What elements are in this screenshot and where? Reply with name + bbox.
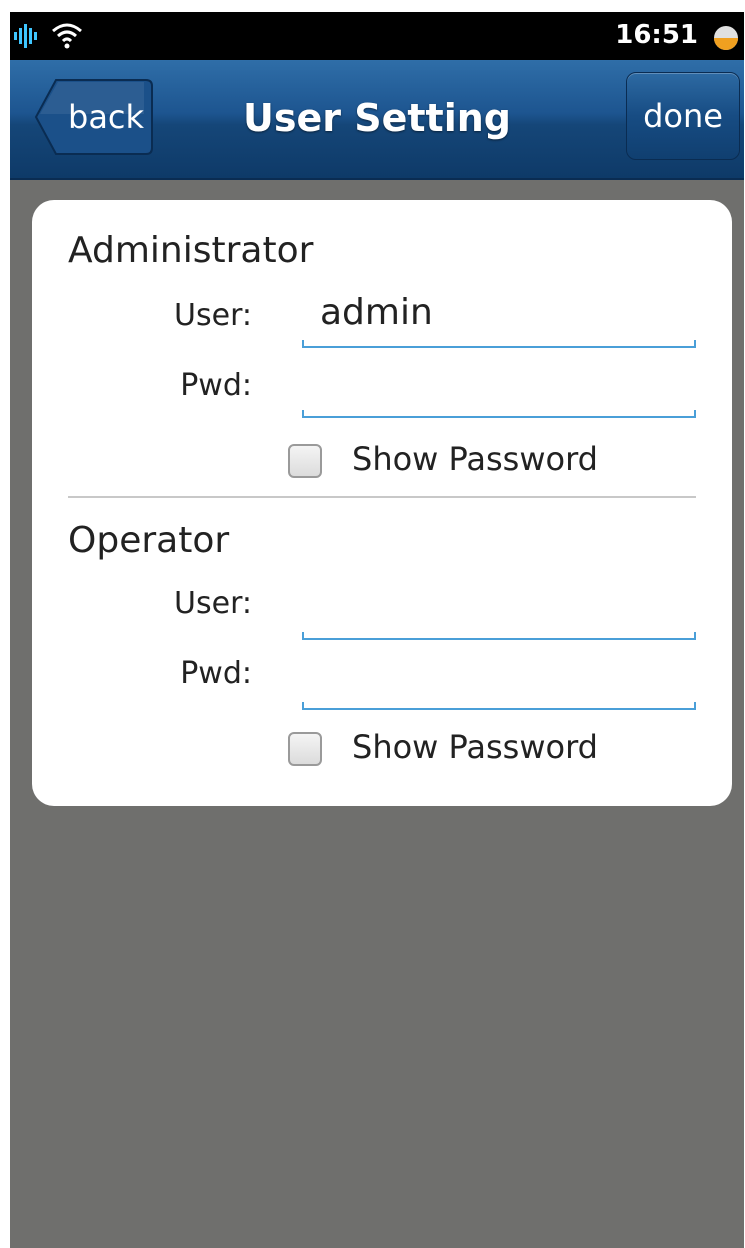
administrator-section-title: Administrator bbox=[68, 230, 314, 271]
status-bar: 16:51 bbox=[10, 12, 744, 60]
user-settings-card: Administrator User: admin Pwd: Show Pass… bbox=[32, 200, 732, 806]
admin-pwd-input[interactable] bbox=[302, 362, 696, 418]
operator-user-underline bbox=[302, 632, 696, 640]
admin-pwd-underline bbox=[302, 410, 696, 418]
admin-user-value: admin bbox=[320, 292, 433, 333]
operator-show-password-label[interactable]: Show Password bbox=[352, 728, 598, 766]
operator-user-label: User: bbox=[174, 586, 252, 621]
clock-time: 16:51 bbox=[615, 20, 698, 50]
operator-section-title: Operator bbox=[68, 520, 230, 561]
admin-show-password-label[interactable]: Show Password bbox=[352, 440, 598, 478]
admin-pwd-label: Pwd: bbox=[180, 368, 252, 403]
done-button[interactable]: done bbox=[626, 72, 740, 160]
signal-icon bbox=[14, 22, 42, 50]
admin-user-label: User: bbox=[174, 298, 252, 333]
operator-pwd-underline bbox=[302, 702, 696, 710]
title-bar: back User Setting done bbox=[10, 60, 744, 180]
admin-show-password-checkbox[interactable] bbox=[288, 444, 322, 478]
wifi-icon bbox=[50, 20, 84, 50]
done-button-label: done bbox=[643, 97, 723, 135]
operator-user-input[interactable] bbox=[302, 584, 696, 640]
operator-pwd-label: Pwd: bbox=[180, 656, 252, 691]
operator-pwd-input[interactable] bbox=[302, 654, 696, 710]
section-divider bbox=[68, 496, 696, 498]
battery-icon bbox=[712, 24, 740, 52]
phone-screen: 16:51 back User Setting done Administrat… bbox=[10, 12, 744, 1248]
admin-user-underline bbox=[302, 340, 696, 348]
operator-show-password-checkbox[interactable] bbox=[288, 732, 322, 766]
admin-user-input[interactable]: admin bbox=[302, 292, 696, 348]
